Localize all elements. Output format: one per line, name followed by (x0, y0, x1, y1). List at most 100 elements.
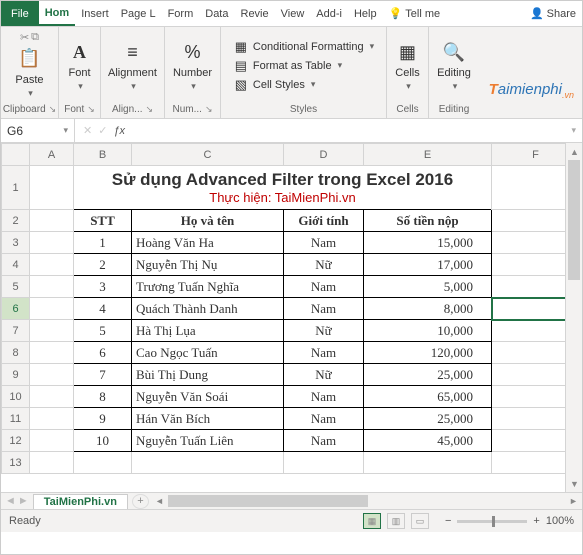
row-header-2[interactable]: 2 (2, 210, 30, 232)
fx-icon[interactable]: ƒx (113, 125, 125, 137)
alignment-button[interactable]: ≡Alignment▾ (106, 37, 159, 94)
cell-sex[interactable]: Nữ (284, 254, 364, 276)
cell-amount[interactable]: 10,000 (364, 320, 492, 342)
cell-amount[interactable]: 25,000 (364, 408, 492, 430)
scroll-down-icon[interactable]: ▼ (566, 475, 582, 492)
row-header-10[interactable]: 10 (2, 386, 30, 408)
editing-button[interactable]: 🔍Editing▾ (435, 37, 473, 94)
row-header-13[interactable]: 13 (2, 452, 30, 474)
row-header-6[interactable]: 6 (2, 298, 30, 320)
cell-amount[interactable]: 5,000 (364, 276, 492, 298)
row-header-9[interactable]: 9 (2, 364, 30, 386)
tab-file[interactable]: File (1, 1, 39, 26)
cell-amount[interactable]: 25,000 (364, 364, 492, 386)
cell-stt[interactable]: 2 (74, 254, 132, 276)
cell-stt[interactable]: 1 (74, 232, 132, 254)
cells-button[interactable]: ▦Cells▾ (393, 37, 423, 94)
cell-stt[interactable]: 4 (74, 298, 132, 320)
row-header-8[interactable]: 8 (2, 342, 30, 364)
select-all-corner[interactable] (2, 144, 30, 166)
tab-page-layout[interactable]: Page L (115, 1, 162, 26)
enter-icon[interactable]: ✓ (98, 124, 107, 137)
dialog-launcher-icon[interactable]: ↘ (146, 104, 154, 115)
horizontal-scrollbar[interactable]: ◄ ► (151, 492, 582, 509)
cell-stt[interactable]: 5 (74, 320, 132, 342)
tab-formulas[interactable]: Form (162, 1, 200, 26)
row-header-7[interactable]: 7 (2, 320, 30, 342)
sheet-prev-icon[interactable]: ◄ (5, 495, 16, 507)
tab-view[interactable]: View (275, 1, 311, 26)
sheet-next-icon[interactable]: ► (18, 495, 29, 507)
col-header-B[interactable]: B (74, 144, 132, 166)
tab-insert[interactable]: Insert (75, 1, 115, 26)
scroll-left-icon[interactable]: ◄ (151, 493, 168, 510)
col-header-A[interactable]: A (30, 144, 74, 166)
normal-view-button[interactable]: ▦ (363, 513, 381, 529)
tab-addins[interactable]: Add-i (310, 1, 348, 26)
cut-icon[interactable]: ✂ (20, 31, 29, 44)
cell-stt[interactable]: 8 (74, 386, 132, 408)
tab-data[interactable]: Data (199, 1, 234, 26)
number-button[interactable]: %Number▾ (171, 37, 214, 94)
conditional-formatting-button[interactable]: ▦Conditional Formatting▾ (231, 38, 376, 56)
row-header-5[interactable]: 5 (2, 276, 30, 298)
page-break-view-button[interactable]: ▭ (411, 513, 429, 529)
cell-name[interactable]: Hoàng Văn Ha (132, 232, 284, 254)
name-box[interactable]: G6▾ (1, 119, 75, 142)
tab-review[interactable]: Revie (235, 1, 275, 26)
font-button[interactable]: AFont▾ (65, 37, 95, 94)
cell-sex[interactable]: Nam (284, 430, 364, 452)
cell-sex[interactable]: Nam (284, 276, 364, 298)
cell-amount[interactable]: 65,000 (364, 386, 492, 408)
dialog-launcher-icon[interactable]: ↘ (87, 104, 95, 115)
cell-stt[interactable]: 6 (74, 342, 132, 364)
cell-stt[interactable]: 3 (74, 276, 132, 298)
row-header-12[interactable]: 12 (2, 430, 30, 452)
cell-name[interactable]: Nguyễn Tuấn Liên (132, 430, 284, 452)
spreadsheet-grid[interactable]: ABCDEF1Sử dụng Advanced Filter trong Exc… (1, 143, 582, 509)
cell-name[interactable]: Hà Thị Lụa (132, 320, 284, 342)
tab-tellme[interactable]: 💡Tell me (383, 1, 447, 26)
scroll-right-icon[interactable]: ► (565, 493, 582, 510)
vertical-scrollbar[interactable]: ▲ ▼ (565, 143, 582, 492)
dialog-launcher-icon[interactable]: ↘ (205, 104, 213, 115)
tab-share[interactable]: 👤Share (524, 1, 582, 26)
cell-sex[interactable]: Nam (284, 232, 364, 254)
row-header-1[interactable]: 1 (2, 166, 30, 210)
col-header-C[interactable]: C (132, 144, 284, 166)
cell-name[interactable]: Nguyễn Thị Nụ (132, 254, 284, 276)
cell-name[interactable]: Bùi Thị Dung (132, 364, 284, 386)
copy-icon[interactable]: ⧉ (31, 31, 39, 44)
col-header-E[interactable]: E (364, 144, 492, 166)
page-layout-view-button[interactable]: ▥ (387, 513, 405, 529)
cell-sex[interactable]: Nữ (284, 320, 364, 342)
cell-name[interactable]: Cao Ngọc Tuấn (132, 342, 284, 364)
add-sheet-button[interactable]: + (132, 494, 149, 509)
col-header-D[interactable]: D (284, 144, 364, 166)
dialog-launcher-icon[interactable]: ↘ (49, 104, 57, 115)
format-as-table-button[interactable]: ▤Format as Table▾ (231, 57, 344, 75)
tab-home[interactable]: Hom (39, 1, 75, 26)
zoom-out-button[interactable]: − (445, 515, 451, 527)
zoom-in-button[interactable]: + (533, 515, 539, 527)
cell-amount[interactable]: 17,000 (364, 254, 492, 276)
row-header-11[interactable]: 11 (2, 408, 30, 430)
cell-stt[interactable]: 7 (74, 364, 132, 386)
cell-name[interactable]: Quách Thành Danh (132, 298, 284, 320)
cell-styles-button[interactable]: ▧Cell Styles▾ (231, 76, 318, 94)
expand-formula-icon[interactable]: ▾ (565, 125, 582, 136)
cell-sex[interactable]: Nam (284, 408, 364, 430)
sheet-tab[interactable]: TaiMienPhi.vn (33, 494, 128, 509)
row-header-3[interactable]: 3 (2, 232, 30, 254)
cell-amount[interactable]: 45,000 (364, 430, 492, 452)
tab-help[interactable]: Help (348, 1, 383, 26)
cell-sex[interactable]: Nam (284, 298, 364, 320)
cell-amount[interactable]: 15,000 (364, 232, 492, 254)
cell-name[interactable]: Hán Văn Bích (132, 408, 284, 430)
cell-amount[interactable]: 8,000 (364, 298, 492, 320)
cell-name[interactable]: Nguyễn Văn Soái (132, 386, 284, 408)
cancel-icon[interactable]: ✕ (83, 124, 92, 137)
cell-sex[interactable]: Nam (284, 386, 364, 408)
zoom-slider[interactable] (457, 520, 527, 523)
cell-amount[interactable]: 120,000 (364, 342, 492, 364)
